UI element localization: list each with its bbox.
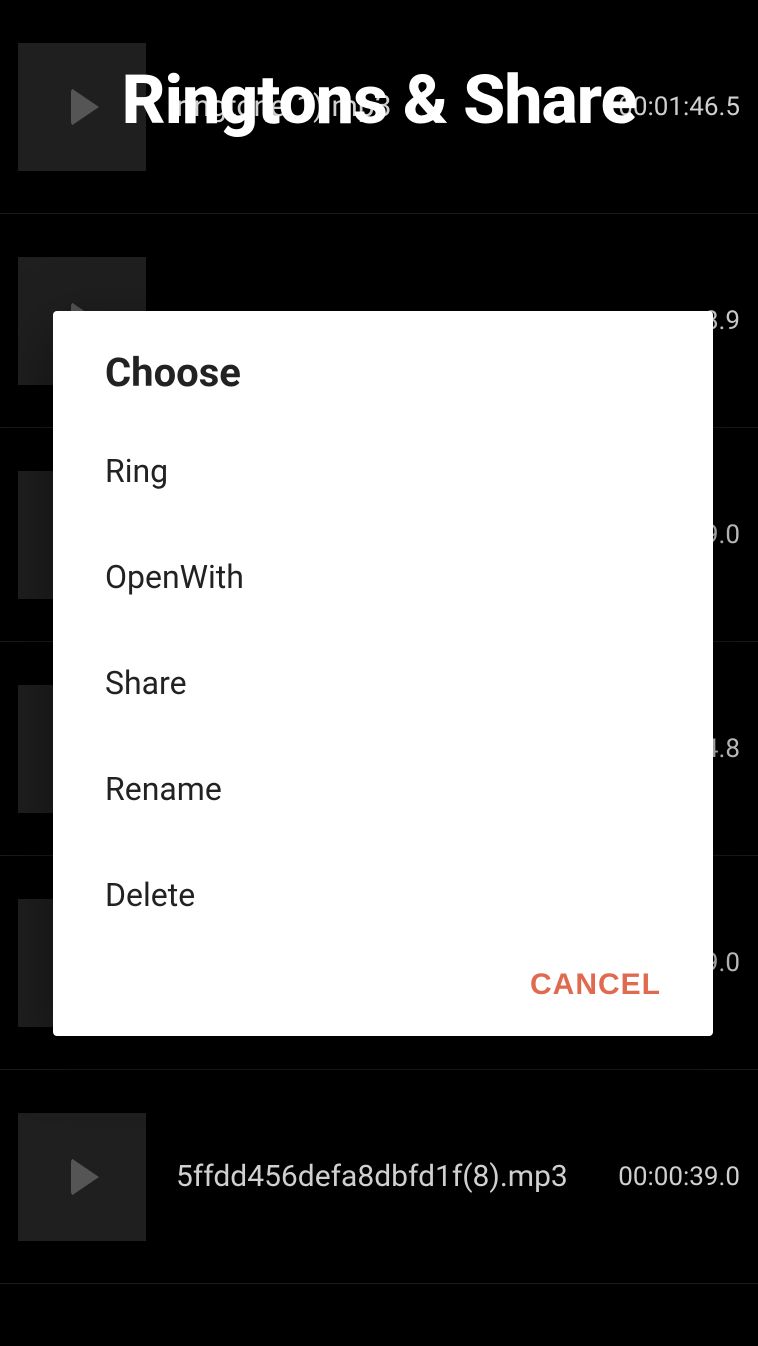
option-share[interactable]: Share [53, 630, 713, 736]
option-ring[interactable]: Ring [53, 418, 713, 524]
dialog-actions: CANCEL [53, 948, 713, 1036]
list-item[interactable]: 5ffdd456defa8dbfd1f(8).mp3 00:00:39.0 [0, 1070, 758, 1284]
option-rename[interactable]: Rename [53, 736, 713, 842]
page-title: Ringtons & Share [0, 60, 758, 140]
cancel-button[interactable]: CANCEL [530, 968, 661, 1002]
filename-label: 5ffdd456defa8dbfd1f(8).mp3 [176, 1159, 606, 1194]
option-openwith[interactable]: OpenWith [53, 524, 713, 630]
play-icon [71, 1158, 99, 1196]
option-delete[interactable]: Delete [53, 842, 713, 948]
choose-dialog: Choose Ring OpenWith Share Rename Delete… [53, 311, 713, 1036]
duration-label: 00:00:39.0 [618, 1162, 740, 1192]
dialog-title: Choose [53, 349, 713, 418]
thumbnail[interactable] [18, 1113, 146, 1241]
